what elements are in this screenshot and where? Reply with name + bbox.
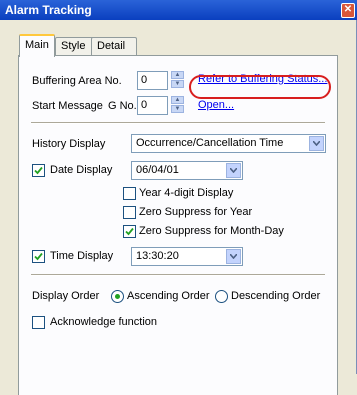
ascending-order-radio[interactable]	[111, 290, 124, 303]
spin-down-icon[interactable]: ▼	[171, 105, 184, 113]
buffering-area-input[interactable]: 0	[137, 71, 168, 90]
tab-detail[interactable]: Detail	[91, 37, 137, 55]
highlight-annotation	[189, 75, 331, 99]
zero-suppress-month-day-checkbox[interactable]	[123, 225, 136, 238]
start-message-label: Start Message	[32, 100, 103, 112]
title-bar: Alarm Tracking ✕	[0, 0, 357, 20]
chevron-down-icon[interactable]	[226, 249, 241, 264]
time-display-label: Time Display	[50, 250, 114, 262]
divider	[31, 122, 325, 124]
start-message-spinner[interactable]: ▲ ▼	[171, 96, 184, 113]
zero-suppress-month-day-label: Zero Suppress for Month-Day	[139, 225, 284, 237]
history-display-label: History Display	[32, 138, 106, 150]
buffering-area-label: Buffering Area No.	[32, 75, 122, 87]
zero-suppress-year-checkbox[interactable]	[123, 206, 136, 219]
acknowledge-checkbox[interactable]	[32, 316, 45, 329]
date-display-format-value: 06/04/01	[136, 164, 179, 176]
divider	[31, 274, 325, 276]
open-link[interactable]: Open...	[198, 99, 234, 111]
zero-suppress-year-label: Zero Suppress for Year	[139, 206, 253, 218]
start-message-gno-input[interactable]: 0	[137, 96, 168, 115]
radio-selected-dot	[115, 294, 120, 299]
tab-main[interactable]: Main	[19, 34, 55, 57]
spin-up-icon[interactable]: ▲	[171, 71, 184, 79]
descending-order-radio[interactable]	[215, 290, 228, 303]
chevron-down-icon[interactable]	[309, 136, 324, 151]
time-display-checkbox[interactable]	[32, 250, 45, 263]
spin-down-icon[interactable]: ▼	[171, 80, 184, 88]
main-tab-panel: Buffering Area No. 0 ▲ ▼ Refer to Buffer…	[18, 55, 338, 395]
display-order-label: Display Order	[32, 290, 100, 302]
time-display-format-value: 13:30:20	[136, 250, 179, 262]
buffering-area-spinner[interactable]: ▲ ▼	[171, 71, 184, 88]
time-display-format-select[interactable]: 13:30:20	[131, 247, 243, 266]
window-title: Alarm Tracking	[5, 3, 92, 17]
chevron-down-icon[interactable]	[226, 163, 241, 178]
year-4-digit-checkbox[interactable]	[123, 187, 136, 200]
descending-order-label: Descending Order	[231, 290, 321, 302]
spin-up-icon[interactable]: ▲	[171, 96, 184, 104]
start-message-gno-value: 0	[141, 99, 148, 111]
acknowledge-label: Acknowledge function	[50, 316, 158, 328]
ascending-order-label: Ascending Order	[127, 290, 210, 302]
year-4-digit-label: Year 4-digit Display	[139, 187, 234, 199]
close-icon[interactable]: ✕	[341, 3, 355, 18]
date-display-checkbox[interactable]	[32, 164, 45, 177]
g-no-label: G No.	[108, 100, 137, 112]
history-display-value: Occurrence/Cancellation Time	[136, 137, 284, 149]
buffering-area-value: 0	[141, 74, 148, 86]
dialog-body: Main Style Detail Buffering Area No. 0 ▲…	[0, 20, 357, 395]
history-display-select[interactable]: Occurrence/Cancellation Time	[131, 134, 326, 153]
tab-style[interactable]: Style	[55, 37, 95, 55]
date-display-label: Date Display	[50, 164, 113, 176]
date-display-format-select[interactable]: 06/04/01	[131, 161, 243, 180]
